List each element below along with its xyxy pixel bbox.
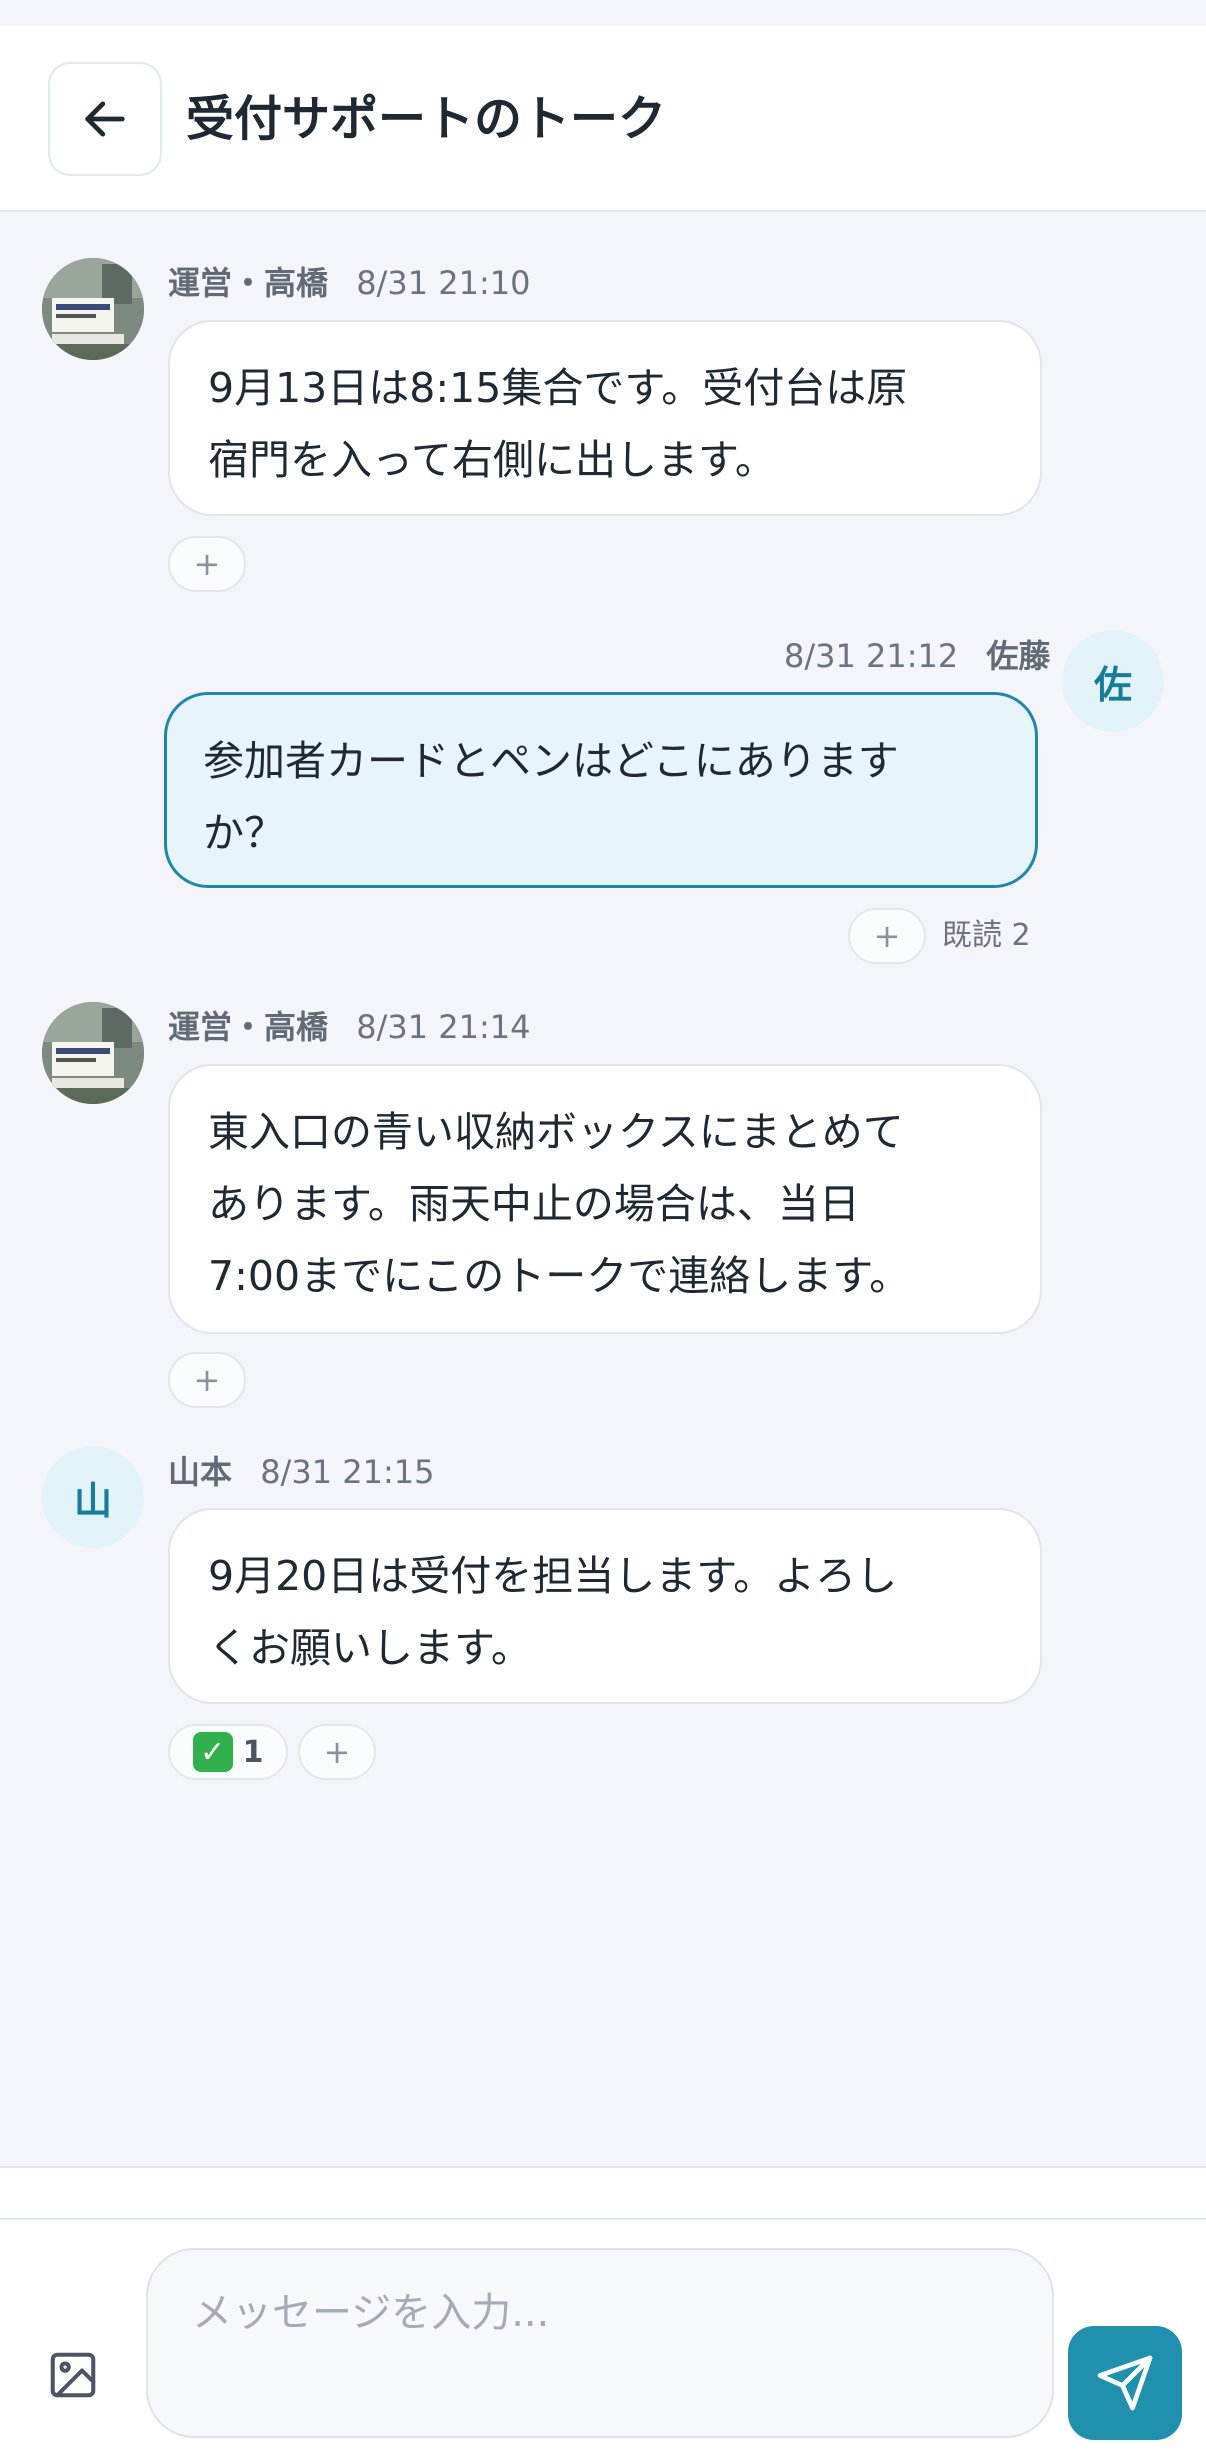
- plus-icon: +: [193, 1361, 221, 1399]
- sender-name: 運営・高橋: [168, 264, 329, 302]
- avatar-initial: 佐: [1093, 662, 1132, 707]
- check-mark-emoji-icon: ✓: [192, 1732, 233, 1772]
- plus-icon: +: [873, 917, 901, 955]
- message-bubble[interactable]: 9月20日は受付を担当します。よろし くお願いします。: [168, 1508, 1042, 1704]
- avatar-photo-icon: [42, 1002, 144, 1104]
- divider: [0, 2218, 1206, 2220]
- page-title: 受付サポートのトーク: [186, 91, 667, 147]
- avatar[interactable]: [42, 1002, 144, 1104]
- avatar-photo-icon: [42, 258, 144, 360]
- add-reaction-button[interactable]: +: [848, 908, 926, 964]
- message-text-line: くお願いします。: [208, 1624, 532, 1672]
- add-reaction-button[interactable]: +: [168, 1352, 246, 1408]
- message-bubble[interactable]: 9月13日は8:15集合です。受付台は原 宿門を入って右側に出します。: [168, 320, 1042, 516]
- chat-header: 受付サポートのトーク: [0, 26, 1206, 212]
- attach-image-button[interactable]: [42, 2344, 104, 2406]
- message-meta: 運営・高橋 8/31 21:10: [168, 263, 530, 303]
- status-bar-area: [0, 0, 1206, 26]
- plus-icon: +: [323, 1733, 351, 1771]
- message-meta: 8/31 21:12 佐藤: [784, 636, 1050, 676]
- avatar[interactable]: [42, 258, 144, 360]
- add-reaction-button[interactable]: +: [168, 536, 246, 592]
- message-text-line: 東入口の青い収納ボックスにまとめて: [208, 1108, 904, 1156]
- send-button[interactable]: [1068, 2326, 1182, 2440]
- arrow-left-icon: [85, 101, 125, 137]
- message-time: 8/31 21:15: [260, 1453, 435, 1491]
- plus-icon: +: [193, 545, 221, 583]
- add-reaction-button[interactable]: +: [298, 1724, 376, 1780]
- send-icon: [1097, 2355, 1153, 2411]
- message-bubble[interactable]: 参加者カードとペンはどこにあります か？: [164, 692, 1038, 888]
- message-time: 8/31 21:12: [784, 637, 959, 675]
- message-text-line: 参加者カードとペンはどこにあります: [203, 737, 899, 785]
- reaction-count: 1: [242, 1734, 264, 1770]
- message-text-line: 9月13日は8:15集合です。受付台は原: [208, 364, 908, 412]
- sender-name: 山本: [168, 1453, 233, 1491]
- reaction-chip[interactable]: ✓ 1: [168, 1724, 288, 1780]
- message-text-line: か？: [203, 809, 285, 857]
- message-meta: 運営・高橋 8/31 21:14: [168, 1007, 530, 1047]
- avatar[interactable]: 山: [42, 1446, 144, 1548]
- avatar-initial: 山: [73, 1478, 112, 1523]
- message-bubble[interactable]: 東入口の青い収納ボックスにまとめて あります。雨天中止の場合は、当日 7:00ま…: [168, 1064, 1042, 1334]
- image-icon: [50, 2352, 96, 2398]
- sender-name: 運営・高橋: [168, 1008, 329, 1046]
- sender-name: 佐藤: [986, 637, 1051, 675]
- message-time: 8/31 21:10: [356, 264, 531, 302]
- message-text-line: あります。雨天中止の場合は、当日: [208, 1180, 860, 1228]
- avatar[interactable]: 佐: [1062, 630, 1164, 732]
- message-composer: [0, 2166, 1206, 2460]
- read-receipt: 既読 2: [942, 918, 1031, 953]
- message-input[interactable]: [146, 2248, 1054, 2438]
- message-time: 8/31 21:14: [356, 1008, 531, 1046]
- message-text-line: 9月20日は受付を担当します。よろし: [208, 1552, 898, 1600]
- back-button[interactable]: [48, 62, 162, 176]
- message-meta: 山本 8/31 21:15: [168, 1452, 434, 1492]
- message-text-line: 宿門を入って右側に出します。: [208, 436, 776, 484]
- message-text-line: 7:00までにこのトークで連絡します。: [208, 1252, 911, 1300]
